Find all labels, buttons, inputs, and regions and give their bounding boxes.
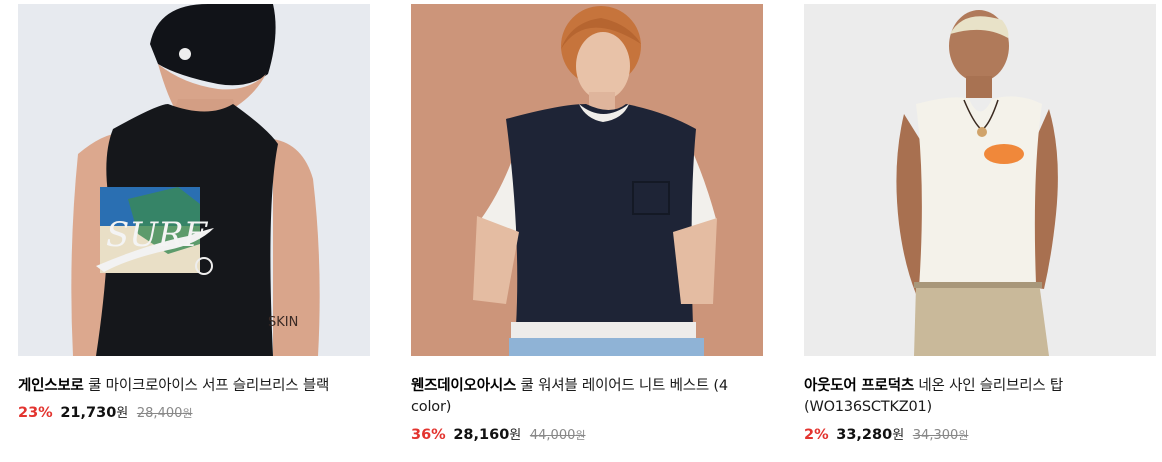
product-grid: SURF SKIN 게인스보로 쿨 마이크로아이스 서프 슬리브리스 블랙 23…: [0, 0, 1162, 462]
original-price: 34,300: [912, 428, 959, 443]
sale-currency: 원: [509, 428, 522, 443]
price-row: 36% 28,160원 44,000원: [411, 425, 586, 446]
price-row: 2% 33,280원 34,300원: [804, 425, 968, 446]
discount-rate: 23%: [18, 405, 53, 421]
original-currency: 원: [575, 429, 586, 442]
discount-rate: 2%: [804, 427, 829, 443]
price-row: 23% 21,730원 28,400원: [18, 403, 193, 424]
product-card[interactable]: 웬즈데이오아시스 쿨 워셔블 레이어드 니트 베스트 (4 color) 36%…: [411, 4, 765, 462]
tattoo-text: SKIN: [268, 315, 298, 330]
sale-price: 28,160: [453, 427, 510, 443]
product-name[interactable]: 쿨 마이크로아이스 서프 슬리브리스 블랙: [88, 378, 329, 394]
product-image[interactable]: [411, 4, 763, 356]
product-card[interactable]: SURF SKIN 게인스보로 쿨 마이크로아이스 서프 슬리브리스 블랙 23…: [18, 4, 372, 462]
product-image[interactable]: SURF SKIN: [18, 4, 370, 356]
product-title[interactable]: 게인스보로 쿨 마이크로아이스 서프 슬리브리스 블랙: [18, 376, 370, 397]
sale-currency: 원: [116, 406, 129, 421]
product-card[interactable]: 아웃도어 프로덕츠 네온 사인 슬리브리스 탑 (WO136SCTKZ01) 2…: [804, 4, 1158, 462]
knit-vest-photo: [411, 4, 763, 356]
sale-price: 33,280: [836, 427, 893, 443]
sale-currency: 원: [892, 428, 905, 443]
sleeveless-top-photo: [804, 4, 1156, 356]
original-price: 44,000: [529, 428, 576, 443]
product-title[interactable]: 웬즈데이오아시스 쿨 워셔블 레이어드 니트 베스트 (4 color): [411, 376, 763, 418]
product-image[interactable]: [804, 4, 1156, 356]
brand-name[interactable]: 웬즈데이오아시스: [411, 378, 516, 394]
print-text: SURF: [106, 215, 209, 255]
product-title[interactable]: 아웃도어 프로덕츠 네온 사인 슬리브리스 탑 (WO136SCTKZ01): [804, 376, 1156, 418]
original-price: 28,400: [136, 406, 183, 421]
brand-name[interactable]: 아웃도어 프로덕츠: [804, 378, 914, 394]
original-currency: 원: [182, 407, 193, 420]
original-currency: 원: [958, 429, 969, 442]
brand-name[interactable]: 게인스보로: [18, 378, 84, 394]
sale-price: 21,730: [60, 405, 117, 421]
sleeveless-tank-photo: SURF SKIN: [18, 4, 370, 356]
discount-rate: 36%: [411, 427, 446, 443]
